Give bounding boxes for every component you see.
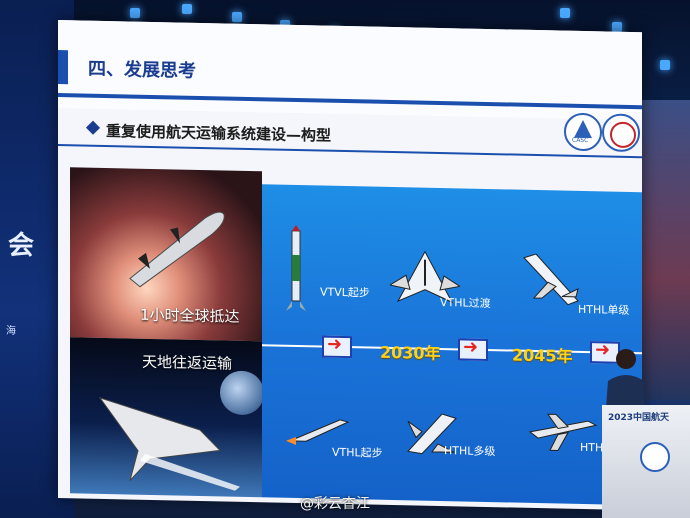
vthl-start-icon <box>286 419 350 445</box>
presentation-slide: 四、发展思考 CASC 重复使用航天运输系统建设—构型 1小时全球抵达 天地往返… <box>58 20 642 511</box>
starship-photo: 1小时全球抵达 <box>70 167 262 342</box>
spaceplane-photo: 天地往返运输 <box>70 337 264 498</box>
slide-subtitle: 重复使用航天运输系统建设—构型 <box>106 122 332 145</box>
arrow-box-icon: ➜ <box>322 334 352 359</box>
podium-text: 2023中国航天 <box>608 413 670 423</box>
year-2030: 2030年 <box>380 342 441 364</box>
ceiling-light <box>560 8 570 18</box>
starship-icon <box>129 211 225 288</box>
roadmap-panel: VTVL起步 VTHL过渡 HTHL单级 ➜ 2030年 ➜ 2045年 ➜ V… <box>262 184 642 506</box>
ceiling-light <box>182 4 192 14</box>
right-screen <box>642 100 690 400</box>
institute-logo <box>602 113 640 153</box>
ceiling-light <box>612 22 622 32</box>
title-accent-bar <box>58 50 68 85</box>
photo-caption-global: 1小时全球抵达 <box>140 305 240 326</box>
weibo-watermark: @彩云杳江 <box>300 496 370 512</box>
timeline-line <box>262 344 642 355</box>
ceiling-light <box>130 8 140 18</box>
year-2045: 2045年 <box>512 345 573 366</box>
left-screen-small-text: 海 <box>6 326 16 337</box>
vtvl-rocket-icon <box>286 224 306 312</box>
section-title: 四、发展思考 <box>88 58 196 82</box>
vehicle-label-hthl-multi: HTHL多级 <box>444 444 496 459</box>
photo-caption-transport: 天地往返运输 <box>142 352 233 373</box>
spaceplane-icon <box>98 396 240 491</box>
vehicle-label-hthl-single: HTHL单级 <box>578 302 630 317</box>
podium-emblem-icon <box>640 442 670 472</box>
vehicle-label-vthl-start: VTHL起步 <box>332 445 383 460</box>
bullet-diamond-icon <box>85 120 101 135</box>
casc-logo: CASC <box>564 112 602 152</box>
subtitle-rule <box>58 144 642 159</box>
arrow-box-icon: ➜ <box>458 336 488 362</box>
ceiling-light <box>232 12 242 22</box>
vehicle-label-vtvl: VTVL起步 <box>320 285 370 300</box>
ceiling-light <box>660 60 670 70</box>
left-screen-glyph: 会 <box>8 231 35 261</box>
vehicle-label-vthl-transition: VTHL过渡 <box>440 296 491 311</box>
